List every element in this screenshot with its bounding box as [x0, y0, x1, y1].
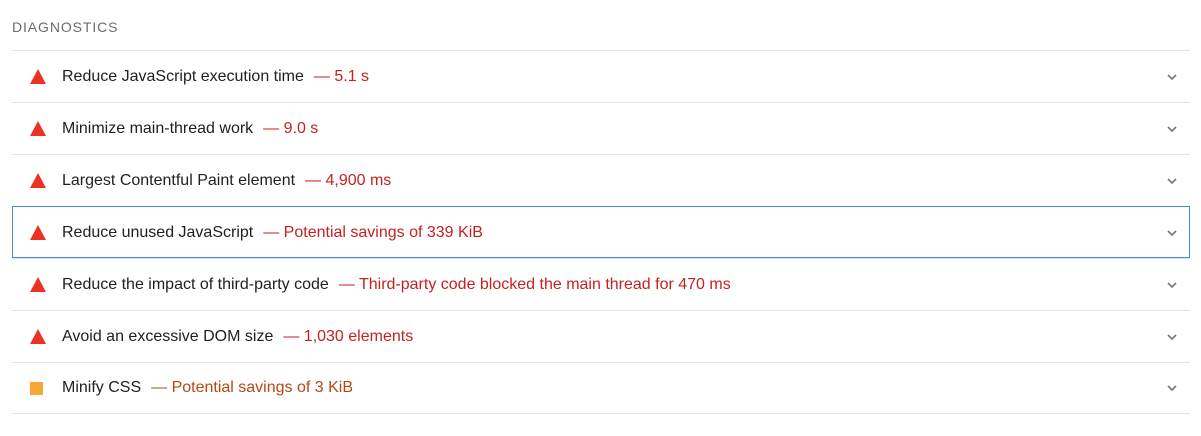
chevron-down-icon[interactable]	[1166, 175, 1178, 187]
audit-title: Reduce JavaScript execution time	[62, 67, 304, 85]
audit-description: — 9.0 s	[263, 119, 319, 137]
warning-triangle-icon	[12, 311, 62, 363]
audit-description: — 4,900 ms	[305, 171, 392, 189]
audit-row-minify-css[interactable]: Minify CSS — Potential savings of 3 KiB	[12, 362, 1190, 414]
audit-title: Minimize main-thread work	[62, 119, 254, 137]
audit-title: Avoid an excessive DOM size	[62, 327, 274, 345]
audit-row-third-party-code[interactable]: Reduce the impact of third-party code — …	[12, 258, 1190, 310]
audit-description: — 1,030 elements	[283, 327, 414, 345]
audit-title: Minify CSS	[62, 379, 142, 396]
warning-triangle-icon	[12, 259, 62, 311]
audit-description: — 5.1 s	[313, 67, 370, 85]
audit-list: Reduce JavaScript execution time — 5.1 s…	[12, 50, 1190, 414]
chevron-down-icon[interactable]	[1166, 123, 1178, 135]
warning-triangle-icon	[12, 207, 62, 259]
audit-row-excessive-dom-size[interactable]: Avoid an excessive DOM size — 1,030 elem…	[12, 310, 1190, 362]
warning-triangle-icon	[12, 155, 62, 207]
audit-title: Reduce unused JavaScript	[62, 223, 254, 241]
chevron-down-icon[interactable]	[1166, 227, 1178, 239]
section-title: DIAGNOSTICS	[12, 19, 119, 35]
chevron-down-icon[interactable]	[1166, 71, 1178, 83]
audit-row-reduce-js-execution-time[interactable]: Reduce JavaScript execution time — 5.1 s	[12, 50, 1190, 102]
audit-description: — Third-party code blocked the main thre…	[338, 275, 731, 293]
audit-title: Largest Contentful Paint element	[62, 171, 296, 189]
chevron-down-icon[interactable]	[1166, 331, 1178, 343]
audit-description: — Potential savings of 3 KiB	[151, 379, 354, 396]
audit-row-largest-contentful-paint-element[interactable]: Largest Contentful Paint element — 4,900…	[12, 154, 1190, 206]
warning-triangle-icon	[12, 103, 62, 155]
diagnostics-panel: DIAGNOSTICS Reduce JavaScript execution …	[0, 0, 1201, 436]
chevron-down-icon[interactable]	[1166, 279, 1178, 291]
audit-description: — Potential savings of 339 KiB	[263, 223, 483, 241]
audit-title: Reduce the impact of third-party code	[62, 275, 329, 293]
audit-row-minimize-main-thread-work[interactable]: Minimize main-thread work — 9.0 s	[12, 102, 1190, 154]
average-square-icon	[12, 362, 62, 414]
warning-triangle-icon	[12, 51, 62, 103]
audit-row-reduce-unused-javascript[interactable]: Reduce unused JavaScript — Potential sav…	[12, 206, 1190, 258]
chevron-down-icon[interactable]	[1166, 382, 1178, 394]
